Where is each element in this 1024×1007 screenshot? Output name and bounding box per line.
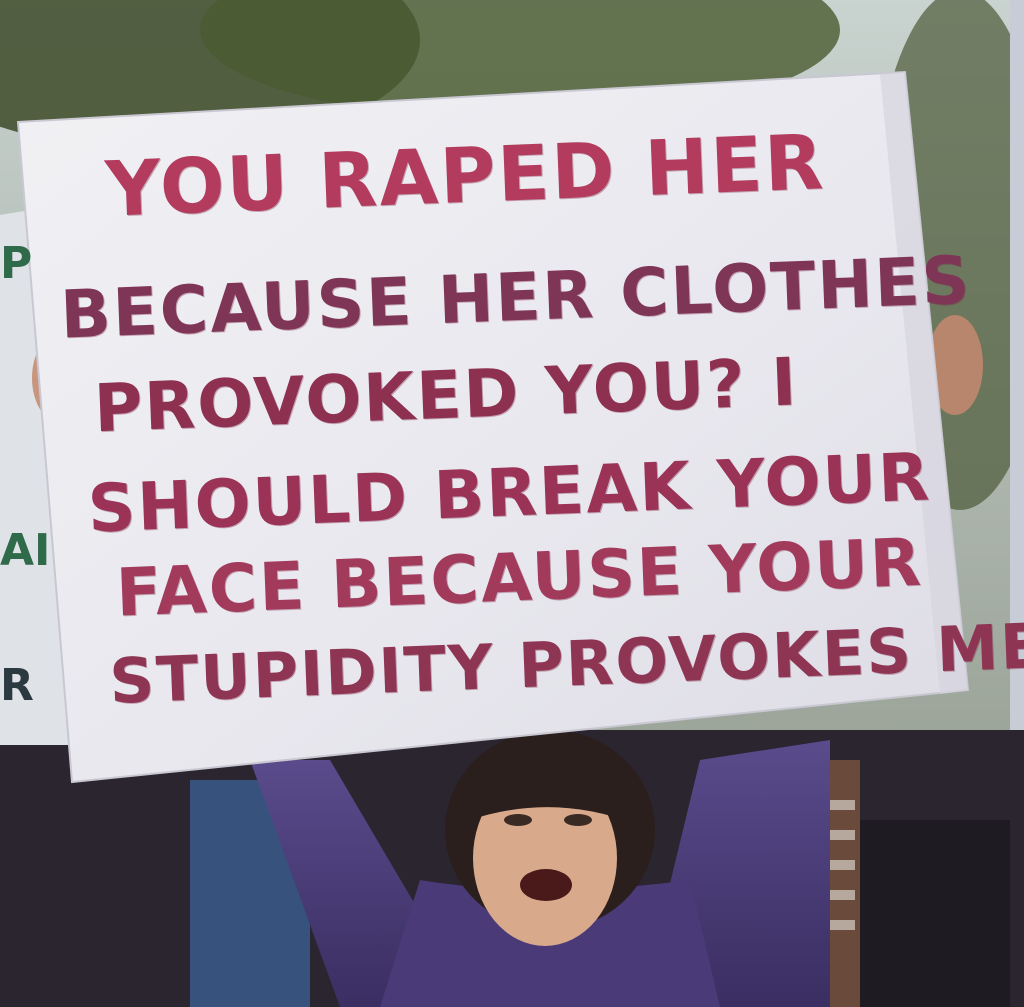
sign-line: YOU RAPED HER	[103, 117, 827, 234]
sign-message: YOU RAPED HER BECAUSE HER CLOTHES PROVOK…	[7, 52, 1024, 798]
sign-line: PROVOKED YOU? I	[92, 343, 800, 448]
person-dark-right	[860, 820, 1010, 1007]
photo-scene: P AI R YOU RAPED HER BECAUSE HER CLOTHES…	[0, 0, 1024, 1007]
protester-mouth	[520, 869, 572, 901]
sign-line: BECAUSE HER CLOTHES	[58, 241, 973, 354]
